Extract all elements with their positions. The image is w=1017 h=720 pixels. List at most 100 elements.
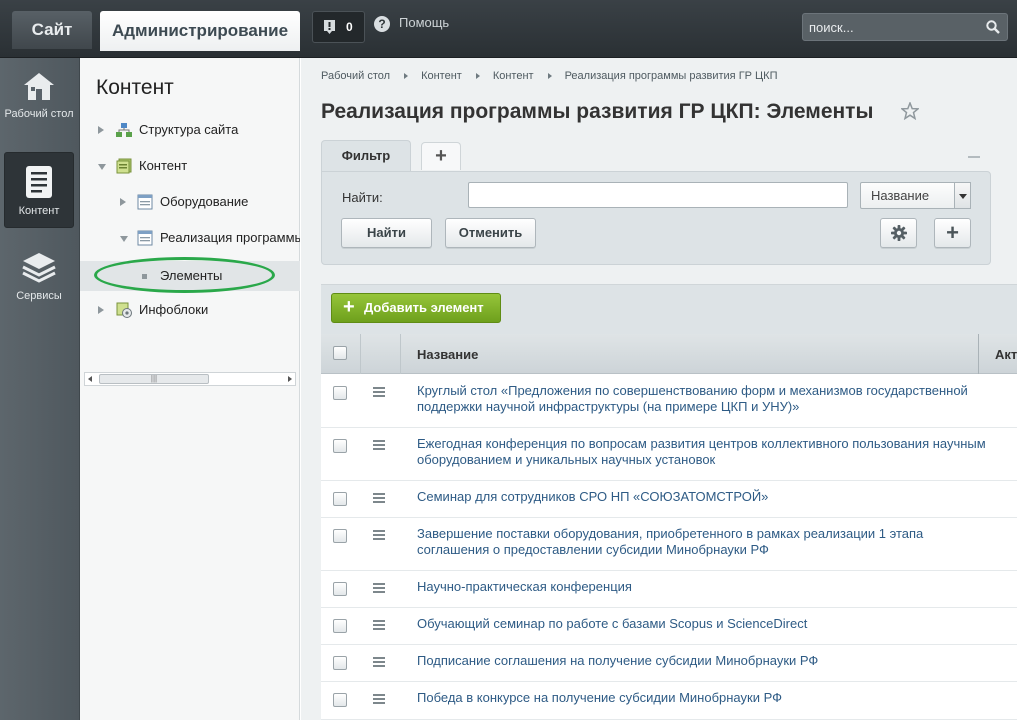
select-all-checkbox[interactable] <box>333 346 347 360</box>
filter-panel: Найти: Название Найти Отменить + <box>321 171 991 265</box>
minimize-icon[interactable] <box>968 156 980 158</box>
row-checkbox[interactable] <box>333 656 347 670</box>
header-actions-cell <box>361 334 401 374</box>
element-title-link[interactable]: Победа в конкурсе на получение субсидии … <box>417 690 987 706</box>
row-checkbox[interactable] <box>333 619 347 633</box>
breadcrumb-separator-icon <box>547 73 552 80</box>
row-menu-icon[interactable] <box>373 583 385 593</box>
row-checkbox[interactable] <box>333 439 347 453</box>
row-menu-icon[interactable] <box>373 493 385 503</box>
table-row[interactable]: Ежегодная конференция по вопросам развит… <box>321 428 1017 481</box>
row-checkbox[interactable] <box>333 582 347 596</box>
notifications-button[interactable]: 0 <box>312 11 365 43</box>
find-input[interactable] <box>468 182 848 208</box>
element-title-link[interactable]: Обучающий семинар по работе с базами Sco… <box>417 616 987 632</box>
layers-icon <box>22 253 56 283</box>
scroll-left-icon[interactable] <box>88 376 92 382</box>
tree-title: Контент <box>96 76 174 99</box>
help-icon: ? <box>374 15 390 32</box>
row-checkbox[interactable] <box>333 386 347 400</box>
row-menu-icon[interactable] <box>373 440 385 450</box>
tree-horizontal-scrollbar[interactable]: ||| <box>84 372 296 386</box>
tree-node-infoblocks[interactable]: Инфоблоки <box>80 298 300 322</box>
element-title-link[interactable]: Подписание соглашения на получение субси… <box>417 653 987 669</box>
element-title-link[interactable]: Семинар для сотрудников СРО НП «СОЮЗАТОМ… <box>417 489 987 505</box>
element-title-link[interactable]: Ежегодная конференция по вопросам развит… <box>417 436 987 468</box>
menu-label-desktop: Рабочий стол <box>4 108 74 120</box>
find-button[interactable]: Найти <box>341 218 432 248</box>
breadcrumb-item[interactable]: Контент <box>421 70 462 82</box>
favorite-star-icon[interactable] <box>901 102 919 120</box>
table-row[interactable]: Круглый стол «Предложения по совершенств… <box>321 375 1017 428</box>
menu-item-content[interactable]: Контент <box>4 152 74 228</box>
menu-item-desktop[interactable]: Рабочий стол <box>4 72 74 142</box>
breadcrumb-item[interactable]: Контент <box>493 70 534 82</box>
breadcrumb-item[interactable]: Рабочий стол <box>321 70 390 82</box>
breadcrumb-item[interactable]: Реализация программы развития ГР ЦКП <box>565 70 778 82</box>
row-checkbox[interactable] <box>333 492 347 506</box>
row-checkbox[interactable] <box>333 693 347 707</box>
add-element-button[interactable]: + Добавить элемент <box>331 293 501 323</box>
element-title-link[interactable]: Научно-практическая конференция <box>417 579 987 595</box>
scroll-right-icon[interactable] <box>288 376 292 382</box>
expand-arrow-icon[interactable] <box>98 126 104 134</box>
settings-button[interactable] <box>880 218 917 248</box>
row-menu-icon[interactable] <box>373 657 385 667</box>
expand-arrow-icon[interactable] <box>98 306 104 314</box>
table-row[interactable]: Завершение поставки оборудования, приобр… <box>321 518 1017 571</box>
row-menu-icon[interactable] <box>373 530 385 540</box>
admin-tab[interactable]: Администрирование <box>100 11 300 51</box>
tree-label: Контент <box>139 158 188 173</box>
header-checkbox-cell <box>321 334 361 374</box>
tree-node-content[interactable]: Контент <box>80 154 300 178</box>
table-row[interactable]: Обучающий семинар по работе с базами Sco… <box>321 608 1017 645</box>
help-link[interactable]: ? Помощь <box>374 14 449 32</box>
scrollbar-thumb[interactable]: ||| <box>99 374 209 384</box>
find-field-select[interactable]: Название <box>860 182 971 209</box>
table-row[interactable]: Подписание соглашения на получение субси… <box>321 645 1017 682</box>
add-filter-tab-button[interactable]: + <box>421 142 461 170</box>
add-filter-field-button[interactable]: + <box>934 218 971 248</box>
home-icon <box>24 73 54 100</box>
row-checkbox[interactable] <box>333 529 347 543</box>
dropdown-arrow-icon[interactable] <box>954 182 971 209</box>
expand-arrow-icon[interactable] <box>120 198 126 206</box>
menu-label-content: Контент <box>18 205 60 217</box>
search-icon[interactable] <box>986 20 1000 34</box>
tree-node-program[interactable]: Реализация программы <box>80 226 300 250</box>
row-menu-icon[interactable] <box>373 620 385 630</box>
table-row[interactable]: Научно-практическая конференция <box>321 571 1017 608</box>
column-name[interactable]: Название <box>401 334 979 374</box>
table-row[interactable]: Победа в конкурсе на получение субсидии … <box>321 682 1017 720</box>
tree-node-site-structure[interactable]: Структура сайта <box>80 118 300 142</box>
tree-label: Инфоблоки <box>139 302 209 317</box>
plus-icon: + <box>343 296 355 318</box>
collapse-arrow-icon[interactable] <box>120 236 128 242</box>
column-active[interactable]: Акт <box>979 334 1017 374</box>
element-title-link[interactable]: Круглый стол «Предложения по совершенств… <box>417 383 987 415</box>
tab-filter[interactable]: Фильтр <box>321 140 411 172</box>
breadcrumb-separator-icon <box>475 73 480 80</box>
row-menu-icon[interactable] <box>373 694 385 704</box>
left-menu: Рабочий стол Контент Сервисы <box>0 58 80 720</box>
search-input[interactable] <box>803 14 979 40</box>
tree-label: Реализация программы <box>160 230 300 245</box>
row-menu-icon[interactable] <box>373 387 385 397</box>
tree-node-equipment[interactable]: Оборудование <box>80 190 300 214</box>
tree-label: Оборудование <box>160 194 249 209</box>
collapse-arrow-icon[interactable] <box>98 164 106 170</box>
cancel-button[interactable]: Отменить <box>445 218 536 248</box>
element-title-link[interactable]: Завершение поставки оборудования, приобр… <box>417 526 987 558</box>
tree-label: Структура сайта <box>139 122 239 137</box>
notification-icon <box>324 20 335 34</box>
content-tree-panel: Контент Структура сайта Контент Оборудов… <box>80 58 300 720</box>
page-title: Реализация программы развития ГР ЦКП: Эл… <box>321 100 874 123</box>
menu-item-services[interactable]: Сервисы <box>4 252 74 312</box>
site-structure-icon <box>116 123 132 137</box>
menu-label-services: Сервисы <box>16 290 62 302</box>
breadcrumb: Рабочий стол Контент Контент Реализация про… <box>321 70 778 82</box>
column-name-label: Название <box>417 347 479 362</box>
infoblocks-icon <box>116 302 132 318</box>
table-row[interactable]: Семинар для сотрудников СРО НП «СОЮЗАТОМ… <box>321 481 1017 518</box>
site-tab[interactable]: Сайт <box>12 11 92 49</box>
